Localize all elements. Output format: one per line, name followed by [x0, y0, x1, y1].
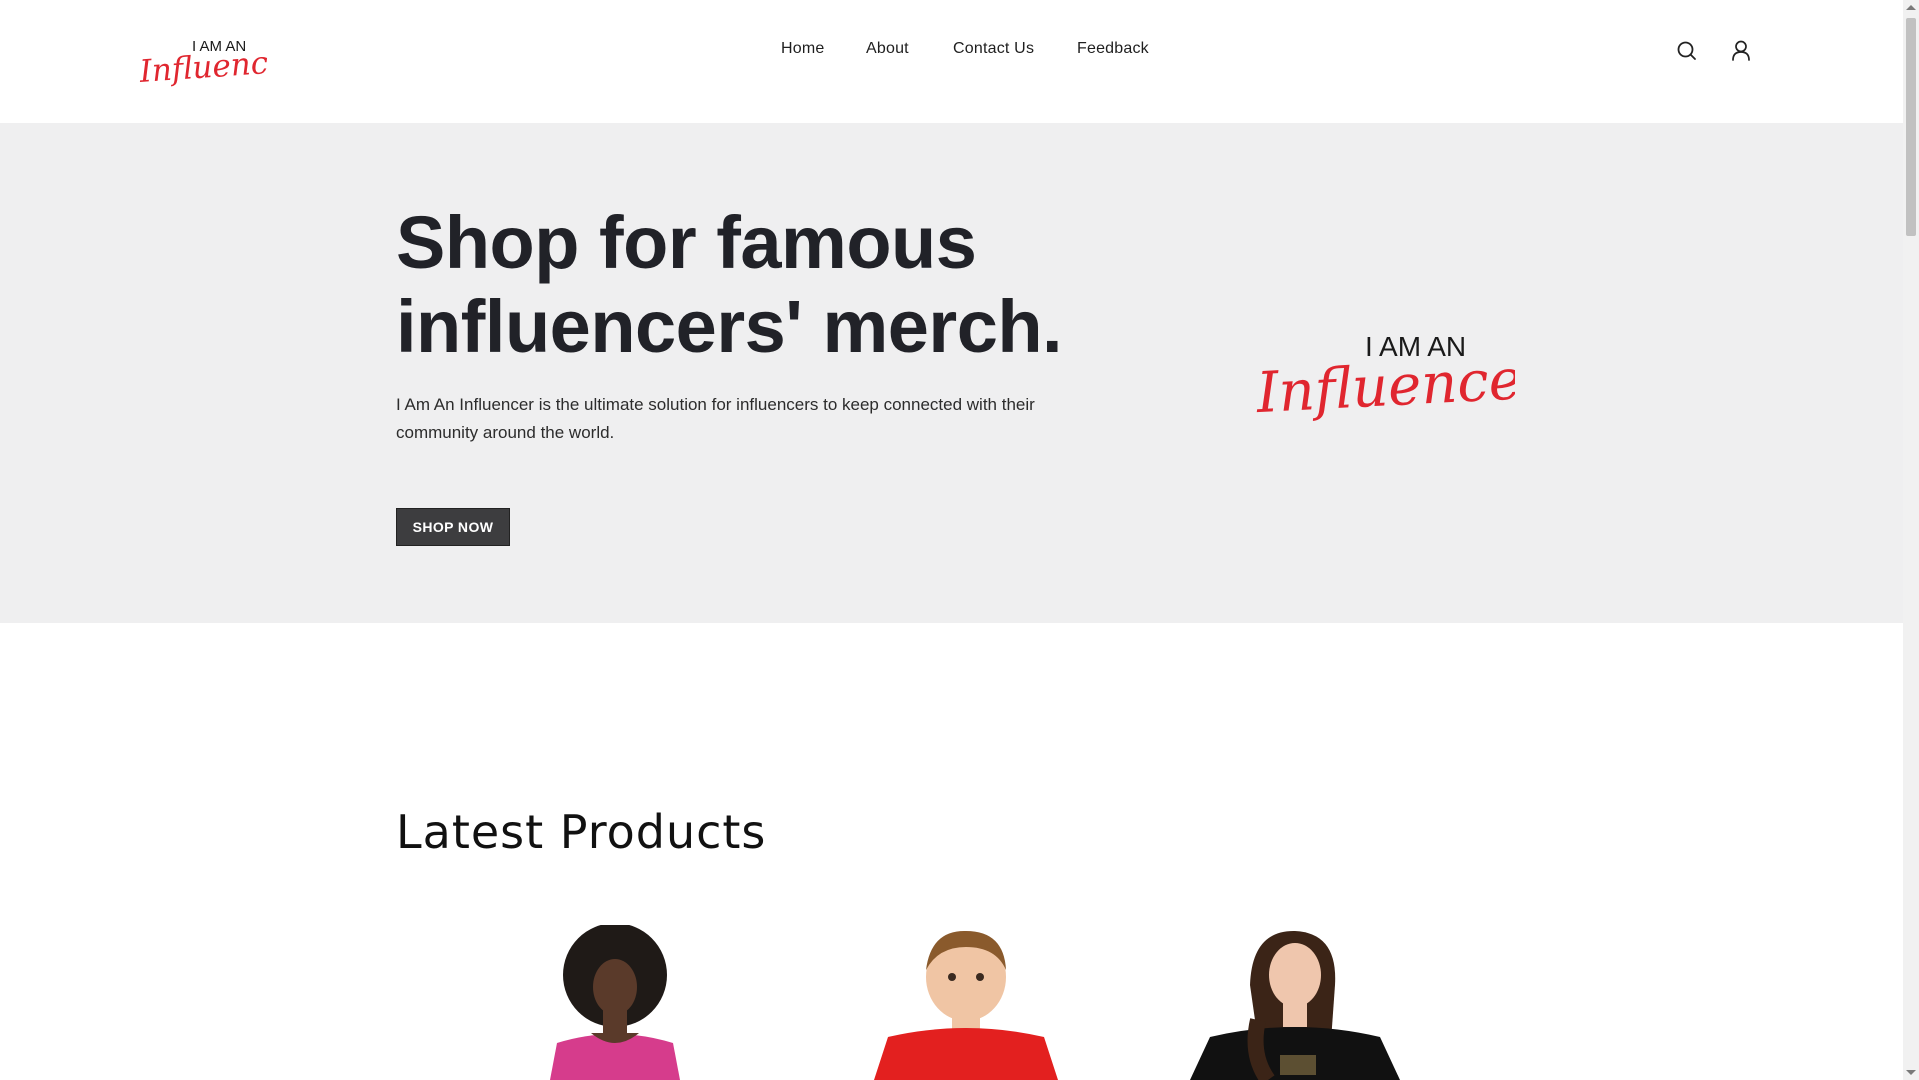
hero-section: Shop for famous influencers' merch. I Am… [0, 123, 1903, 623]
search-icon[interactable] [1674, 38, 1700, 64]
scroll-down-arrow[interactable] [1906, 1070, 1916, 1075]
product-image [874, 930, 1058, 1080]
user-icon[interactable] [1728, 38, 1754, 64]
product-image [550, 925, 680, 1080]
nav-contact-us[interactable]: Contact Us [953, 40, 1034, 58]
nav-about[interactable]: About [866, 40, 909, 58]
product-card[interactable] [846, 925, 1086, 1080]
scrollbar-thumb[interactable] [1906, 18, 1916, 236]
main-nav: Home About Contact Us Feedback [0, 40, 1903, 64]
svg-text:Influencer: Influencer [1255, 346, 1515, 426]
product-card[interactable] [495, 925, 735, 1080]
page-scrollbar[interactable] [1903, 0, 1919, 1080]
scroll-up-arrow[interactable] [1906, 5, 1916, 10]
hero-logo: I AM AN Influencer [1255, 331, 1515, 426]
nav-feedback[interactable]: Feedback [1077, 40, 1149, 58]
latest-products-title: Latest Products [396, 805, 767, 859]
hero-title: Shop for famous influencers' merch. [396, 201, 1063, 368]
nav-home[interactable]: Home [781, 40, 824, 58]
product-image [1190, 930, 1400, 1080]
product-card[interactable] [1170, 925, 1410, 1080]
hero-description: I Am An Influencer is the ultimate solut… [396, 395, 1035, 442]
shop-now-button[interactable]: SHOP NOW [396, 508, 510, 546]
site-header: I AM AN Influencer Home About Contact Us… [0, 0, 1903, 123]
